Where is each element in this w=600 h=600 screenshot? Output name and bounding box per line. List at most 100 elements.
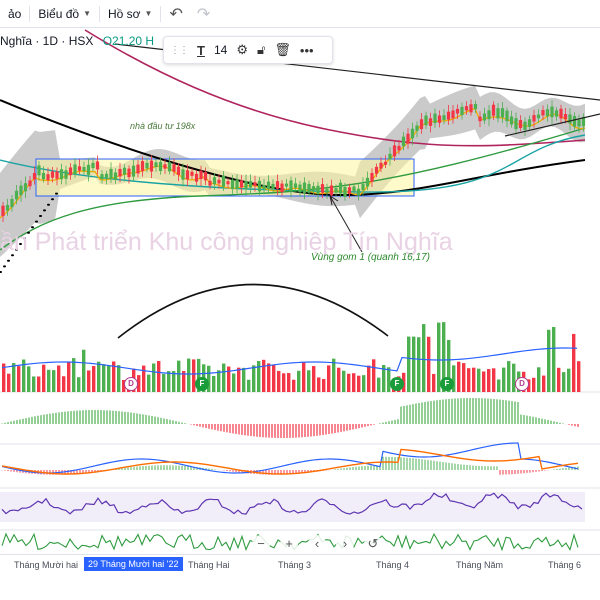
volume-bar	[492, 368, 496, 392]
volume-arc-drawing[interactable]	[117, 283, 389, 339]
volume-bar	[407, 336, 411, 392]
candle-body	[257, 180, 262, 192]
volume-bar	[217, 370, 221, 392]
reset-chart-icon[interactable]: ↺	[364, 535, 382, 553]
candle-body	[572, 116, 577, 127]
trash-icon[interactable]: 🗑︎	[274, 42, 291, 58]
volume-bar	[282, 373, 286, 392]
volume-bar	[482, 371, 486, 392]
candle-body	[136, 164, 140, 174]
dividend-badge[interactable]: D	[124, 377, 138, 391]
volume-bar	[97, 361, 101, 392]
candle-body	[208, 180, 212, 186]
candle-body	[500, 108, 505, 118]
volume-bar	[277, 370, 281, 392]
volume-bar	[312, 366, 316, 392]
font-size-value[interactable]: 14	[214, 43, 227, 57]
volume-bar	[537, 367, 541, 392]
candle-body	[523, 121, 527, 130]
undo-icon[interactable]: ↶	[161, 4, 190, 24]
candle-body	[460, 106, 464, 116]
volume-bar	[357, 375, 361, 392]
oscillator-panes	[0, 398, 585, 552]
volume-bar	[332, 358, 336, 392]
candle-body	[361, 184, 365, 191]
volume-bar	[17, 366, 21, 392]
volume-bar	[427, 336, 431, 392]
candle-body	[410, 128, 415, 139]
candle-body	[374, 166, 379, 174]
financials-badge[interactable]: F	[440, 377, 454, 391]
candle-body	[577, 119, 581, 127]
candle-body	[338, 182, 343, 194]
time-axis[interactable]: Tháng Mười hai 29 Tháng Mười hai '22 Thá…	[0, 554, 600, 575]
volume-bar	[152, 363, 156, 392]
zoom-out-icon[interactable]: −	[252, 535, 270, 553]
more-icon[interactable]: •••	[300, 43, 314, 58]
volume-bar	[562, 372, 566, 392]
volume-bar	[367, 365, 371, 392]
candle-body	[5, 204, 10, 211]
scroll-left-icon[interactable]: ‹	[308, 535, 326, 553]
macd-line	[1, 442, 579, 474]
volume-bar	[322, 379, 326, 392]
candle-body	[64, 170, 68, 179]
volume-bar	[412, 336, 416, 392]
candle-body	[109, 168, 113, 180]
volume-bar	[32, 376, 36, 392]
candle-body	[163, 164, 167, 169]
volume-bar	[147, 374, 151, 392]
candle-body	[514, 118, 518, 130]
candle-body	[370, 172, 374, 182]
candle-body	[104, 173, 109, 178]
candle-body	[185, 170, 190, 180]
volume-bar	[227, 366, 231, 392]
candle-body	[32, 173, 37, 180]
text-icon[interactable]: T	[197, 43, 205, 58]
menu-partial-left[interactable]: ảo	[0, 0, 29, 27]
charts-menu-button[interactable]: Biểu đồ ▼	[30, 0, 99, 27]
time-label-crosshair: 29 Tháng Mười hai '22	[84, 557, 183, 571]
volume-bar	[567, 368, 571, 392]
dividend-badge[interactable]: D	[515, 377, 529, 391]
volume-ma-line	[1, 347, 578, 375]
symbol-header[interactable]: Nghĩa · 1D · HSX O21.20 H	[0, 34, 154, 48]
volume-bar	[87, 370, 91, 392]
candle-body	[541, 110, 545, 116]
redo-icon[interactable]: ↷	[191, 4, 216, 24]
volume-bar	[577, 361, 581, 392]
lock-icon[interactable]: 🔓︎	[257, 42, 265, 58]
volume-bar	[307, 370, 311, 392]
volume-bar	[232, 373, 236, 392]
volume-bar	[167, 371, 171, 392]
zoom-in-icon[interactable]: +	[280, 535, 298, 553]
candle-body	[145, 162, 149, 169]
candle-body	[154, 162, 158, 167]
volume-bar	[572, 333, 576, 392]
candle-body	[221, 175, 226, 187]
profile-menu-button[interactable]: Hồ sơ ▼	[100, 0, 160, 27]
candle-body	[50, 171, 55, 178]
menu-partial-label: ảo	[8, 6, 22, 21]
scroll-right-icon[interactable]: ›	[336, 535, 354, 553]
candle-body	[424, 115, 428, 126]
candle-body	[59, 169, 64, 180]
volume-bar	[52, 370, 56, 392]
settings-icon[interactable]: ⚙	[236, 42, 248, 58]
candle-body	[113, 172, 118, 181]
candle-body	[469, 104, 473, 113]
drag-handle-icon[interactable]: ⋮⋮	[170, 45, 189, 56]
financials-badge[interactable]: F	[390, 377, 404, 391]
investor-annotation[interactable]: nhà đầu tư 198x	[130, 121, 195, 131]
candle-body	[451, 110, 455, 119]
drawing-toolbar: ⋮⋮ T 14 ⚙ 🔓︎ 🗑︎ •••	[163, 36, 333, 64]
candle-body	[167, 162, 172, 172]
volume-bar	[552, 326, 556, 392]
zone-annotation[interactable]: Vùng gom 1 (quanh 16,17)	[311, 252, 430, 263]
candle-body	[199, 170, 203, 180]
financials-badge[interactable]: F	[195, 377, 209, 391]
candle-body	[190, 171, 194, 176]
chart-area[interactable]	[0, 27, 600, 554]
volume-bar	[7, 373, 11, 392]
candle-body	[347, 187, 352, 194]
